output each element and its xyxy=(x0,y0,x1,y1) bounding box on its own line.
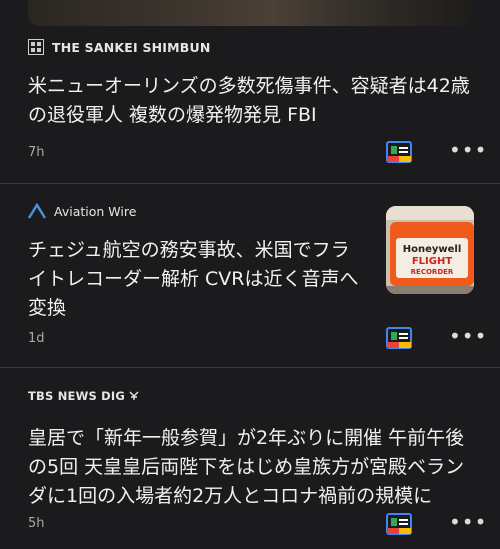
source-row: Aviation Wire xyxy=(28,203,136,219)
tbs-logo-mark-icon xyxy=(129,391,139,400)
source-name: TBS NEWS DIG xyxy=(28,389,126,403)
headline[interactable]: チェジュ航空の務安事故、米国でフライトレコーダー解析 CVRは近く音声へ変換 xyxy=(28,236,368,323)
more-options-icon[interactable]: ••• xyxy=(449,512,487,532)
google-news-full-coverage-icon[interactable] xyxy=(386,140,412,164)
headline[interactable]: 米ニューオーリンズの多数死傷事件、容疑者は42歳の退役軍人 複数の爆発物発見 F… xyxy=(28,72,478,130)
source-row: THE SANKEI SHIMBUN xyxy=(28,39,211,55)
article-age: 1d xyxy=(28,331,45,346)
divider xyxy=(0,367,500,368)
more-options-icon[interactable]: ••• xyxy=(449,326,487,346)
source-row: TBS NEWS DIG xyxy=(28,389,139,403)
sankei-logo-icon xyxy=(28,39,44,55)
article-thumbnail[interactable]: Honeywell FLIGHT RECORDER xyxy=(386,206,474,294)
google-news-full-coverage-icon[interactable] xyxy=(386,326,412,350)
source-name: Aviation Wire xyxy=(54,203,137,219)
thumb-line1: FLIGHT xyxy=(412,256,453,267)
article-age: 7h xyxy=(28,145,45,160)
thumb-brand: Honeywell xyxy=(403,244,462,255)
aviation-wire-logo-icon xyxy=(28,203,46,219)
headline[interactable]: 皇居で「新年一般参賀」が2年ぶりに開催 午前午後の5回 天皇皇后両陛下をはじめ皇… xyxy=(28,424,478,511)
google-news-full-coverage-icon[interactable] xyxy=(386,512,412,536)
previous-article-image[interactable] xyxy=(28,0,472,26)
source-name: THE SANKEI SHIMBUN xyxy=(52,39,211,55)
thumb-line2: RECORDER xyxy=(411,268,454,276)
flight-recorder-image: Honeywell FLIGHT RECORDER xyxy=(386,206,474,294)
article-age: 5h xyxy=(28,516,45,531)
more-options-icon[interactable]: ••• xyxy=(449,140,487,160)
divider xyxy=(0,183,500,184)
